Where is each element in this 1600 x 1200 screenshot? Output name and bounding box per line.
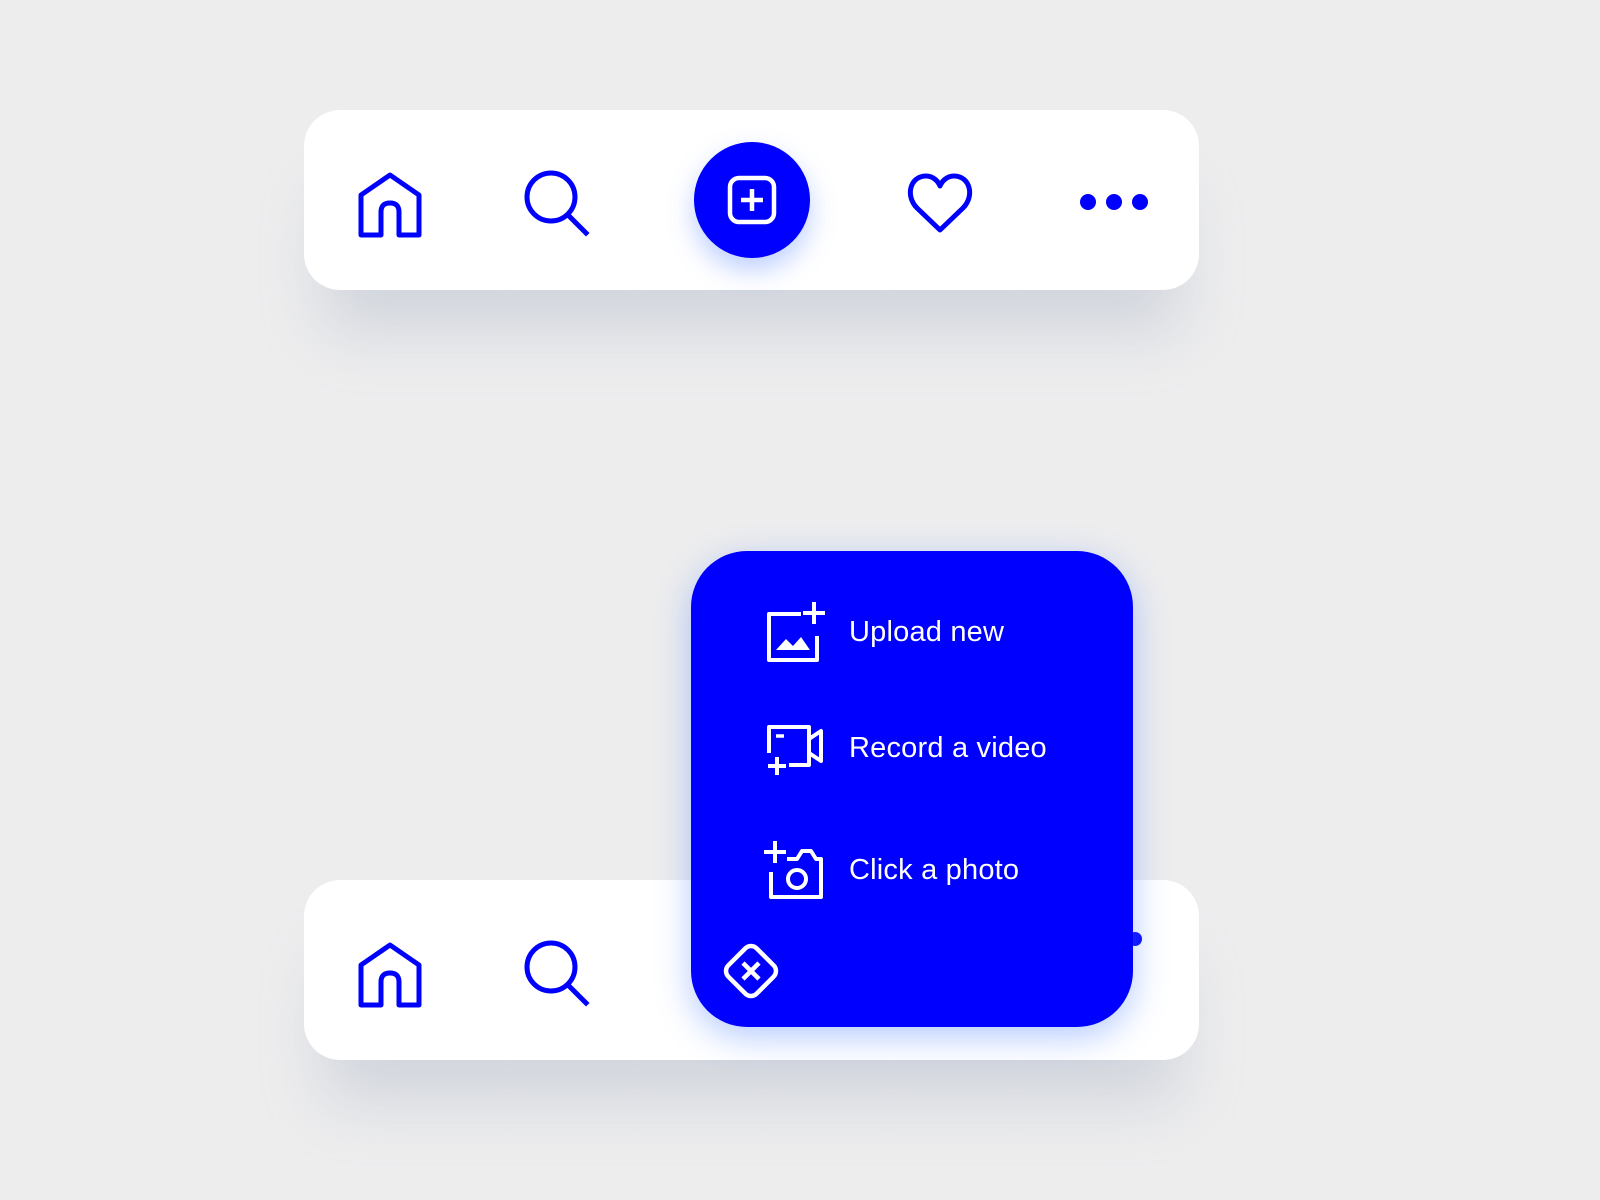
nav-home-button[interactable]: [352, 164, 428, 240]
heart-icon: [907, 173, 973, 233]
home-icon: [358, 172, 422, 238]
menu-item-label: Record a video: [849, 731, 1047, 764]
close-diamond-icon: [723, 943, 779, 999]
menu-item-click-photo[interactable]: Click a photo: [763, 837, 1019, 903]
menu-close-button[interactable]: [717, 937, 785, 1005]
home-icon: [358, 942, 422, 1008]
nav-search-button[interactable]: [518, 934, 594, 1010]
nav-search-button[interactable]: [518, 164, 594, 240]
search-icon: [524, 940, 590, 1007]
plus-square-icon: [727, 175, 777, 225]
camera-plus-icon: [763, 837, 827, 903]
nav-more-button[interactable]: [1076, 184, 1152, 220]
more-dots-icon: [1080, 194, 1148, 210]
menu-item-label: Upload new: [849, 615, 1005, 648]
menu-item-label: Click a photo: [849, 853, 1020, 886]
create-menu: Upload new Record a video Click a photo: [691, 551, 1133, 1027]
nav-home-button[interactable]: [352, 934, 428, 1010]
nav-add-button[interactable]: [694, 142, 810, 258]
bottom-nav-bar-collapsed: [304, 110, 1199, 290]
image-plus-icon: [763, 599, 827, 665]
menu-item-record-video[interactable]: Record a video: [763, 715, 1047, 781]
menu-item-upload-new[interactable]: Upload new: [763, 599, 1004, 665]
video-plus-icon: [763, 715, 827, 781]
search-icon: [524, 170, 590, 237]
nav-favorites-button[interactable]: [902, 164, 978, 240]
